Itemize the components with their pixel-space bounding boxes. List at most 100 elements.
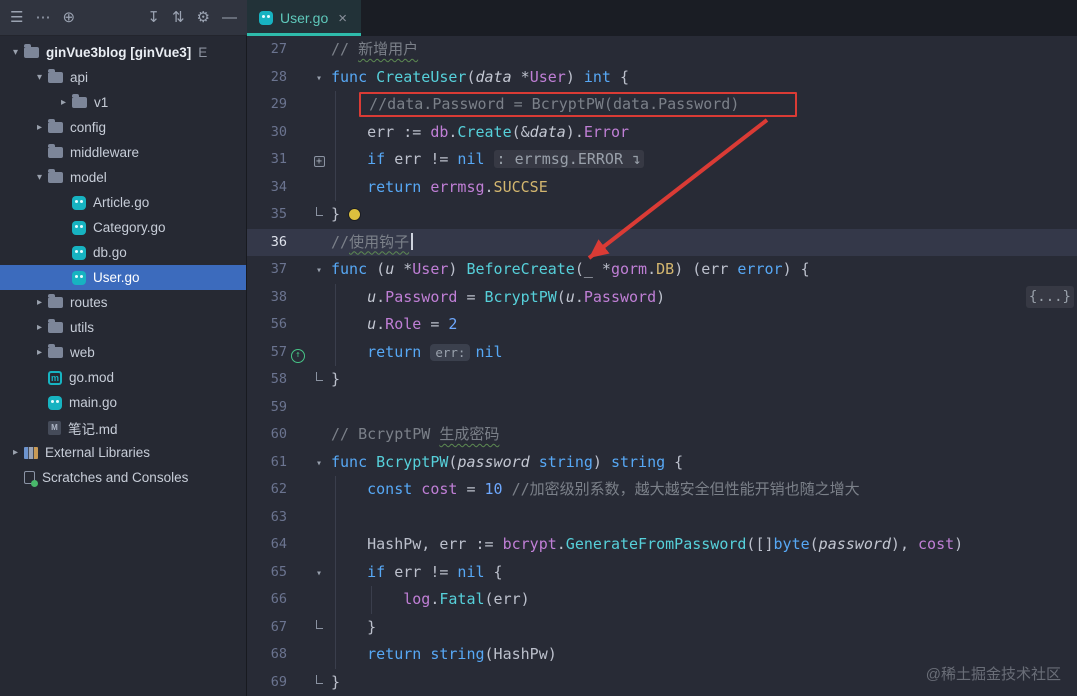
chevron-right-icon[interactable]: ▸	[31, 297, 48, 308]
code-line[interactable]: 67}	[247, 613, 1077, 641]
code-token: //data.Password = BcryptPW(data.Password…	[369, 95, 740, 113]
code-line[interactable]: 29 //data.Password = BcryptPW(data.Passwo…	[247, 91, 1077, 119]
chevron-right-icon[interactable]: ▸	[7, 447, 24, 458]
code-line[interactable]: 63	[247, 503, 1077, 531]
code-token: if	[367, 562, 386, 581]
code-line[interactable]: 28 ▾ func CreateUser(data *User) int {	[247, 64, 1077, 92]
code-text: // BcryptPW 生成密码	[331, 421, 499, 449]
code-token: 使用钩子	[349, 232, 410, 251]
go-file-icon	[72, 245, 86, 260]
tree-item-article.go[interactable]: Article.go	[0, 190, 246, 215]
code-token: BcryptPW	[376, 452, 449, 471]
code-text: err := db.Create(&data).Error	[331, 119, 629, 147]
vcs-update-icon[interactable]: ⇅	[172, 10, 185, 25]
code-line[interactable]: 36 //使用钩子	[247, 228, 1077, 256]
intention-bulb-icon[interactable]	[349, 209, 361, 220]
code-token: SUCCSE	[493, 177, 548, 196]
code-line[interactable]: 62 const cost = 10 //加密级别系数，越大越安全但性能开销也随之…	[247, 476, 1077, 504]
code-line[interactable]: 60 // BcryptPW 生成密码	[247, 421, 1077, 449]
code-line[interactable]: 57 ↑ return err: nil	[247, 338, 1077, 366]
gutter: 27	[247, 36, 331, 64]
code-text: }	[331, 201, 361, 229]
code-line[interactable]: 31 + if err != nil : errmsg.ERROR ↴	[247, 146, 1077, 174]
tree-item-icon	[48, 119, 63, 133]
gutter: 34	[247, 174, 331, 202]
code-line[interactable]: 58}	[247, 366, 1077, 394]
tree-item-main.go[interactable]: main.go	[0, 390, 246, 415]
project-tree-panel[interactable]: ▾ ginVue3blog [ginVue3] E ▾ api ▸ v1 ▸ config mid…	[0, 36, 247, 696]
code-line[interactable]: 66 log.Fatal(err)	[247, 586, 1077, 614]
fold-marker-icon[interactable]	[315, 619, 323, 629]
more-options-icon[interactable]: ⋯	[35, 10, 50, 25]
settings-icon[interactable]: ⚙	[197, 10, 210, 25]
fold-marker-icon[interactable]: ▾	[316, 73, 322, 84]
override-marker-icon[interactable]: ↑	[291, 348, 305, 363]
indent-guide	[371, 586, 373, 614]
fold-marker-icon[interactable]: ▾	[316, 568, 322, 579]
fold-marker-icon[interactable]: ▾	[316, 458, 322, 469]
chevron-right-icon[interactable]: ▸	[55, 97, 72, 108]
tree-item-config[interactable]: ▸ config	[0, 115, 246, 140]
globe-icon[interactable]: ⊕	[62, 10, 75, 25]
tree-item-scratches-and-consoles[interactable]: Scratches and Consoles	[0, 465, 246, 490]
tree-item-user.go[interactable]: User.go	[0, 265, 246, 290]
folder-icon	[48, 344, 63, 358]
code-line[interactable]: 38 u.Password = BcryptPW(u.Password) {...}	[247, 283, 1077, 312]
fold-column: ▾	[309, 558, 329, 588]
tree-item-routes[interactable]: ▸ routes	[0, 290, 246, 315]
code-line[interactable]: 27 // 新增用户	[247, 36, 1077, 64]
fold-marker-icon[interactable]: +	[313, 156, 325, 167]
fold-marker-icon[interactable]	[315, 207, 323, 216]
go-mod-icon	[48, 370, 62, 385]
chevron-down-icon[interactable]: ▾	[31, 72, 48, 83]
tree-item-v1[interactable]: ▸ v1	[0, 90, 246, 115]
code-token: cost	[918, 535, 955, 553]
code-token: User	[529, 67, 566, 86]
tree-item-external-libraries[interactable]: ▸ External Libraries	[0, 440, 246, 465]
code-line[interactable]: 35}	[247, 201, 1077, 229]
code-token: (	[466, 67, 476, 86]
code-token: //加密级别系数，越大越安全但性能开销也随之增大	[511, 480, 860, 498]
line-number: 59	[270, 398, 287, 415]
fold-marker-icon[interactable]: ▾	[316, 265, 322, 276]
chevron-right-icon[interactable]: ▸	[31, 322, 48, 333]
tab-user-go[interactable]: User.go ×	[247, 0, 362, 36]
code-editor[interactable]: 27// 新增用户 28 ▾ func CreateUser(data *User) …	[247, 36, 1077, 696]
hide-window-icon[interactable]: —	[222, 10, 237, 25]
code-line[interactable]: 56 u.Role = 2	[247, 311, 1077, 339]
download-icon[interactable]: ↧	[147, 10, 160, 25]
code-line[interactable]: 59	[247, 394, 1077, 422]
tree-item-笔记.md[interactable]: 笔记.md	[0, 415, 246, 440]
fold-marker-icon[interactable]	[315, 674, 323, 684]
chevron-right-icon[interactable]: ▸	[31, 347, 48, 358]
folded-region-placeholder[interactable]: {...}	[1025, 285, 1074, 308]
chevron-down-icon[interactable]: ▾	[31, 172, 48, 183]
code-token: err !=	[385, 562, 458, 581]
tree-item-category.go[interactable]: Category.go	[0, 215, 246, 240]
markdown-file-icon	[48, 420, 61, 435]
code-line[interactable]: 64 HashPw, err := bcrypt.GenerateFromPass…	[247, 531, 1077, 559]
line-number: 68	[270, 646, 287, 662]
gutter: 62	[247, 476, 331, 504]
tree-item-web[interactable]: ▸ web	[0, 340, 246, 365]
tree-item-go.mod[interactable]: go.mod	[0, 365, 246, 390]
tree-item-label: web	[70, 345, 95, 360]
tree-item-db.go[interactable]: db.go	[0, 240, 246, 265]
chevron-right-icon[interactable]: ▸	[31, 122, 48, 133]
main-menu-icon[interactable]: ☰	[10, 10, 23, 25]
chevron-down-icon[interactable]: ▾	[7, 47, 24, 58]
tree-item-ginvue3blog-ginvue3-[interactable]: ▾ ginVue3blog [ginVue3] E	[0, 40, 246, 65]
code-text: u.Password = BcryptPW(u.Password)	[331, 284, 665, 312]
fold-marker-icon[interactable]	[315, 372, 323, 381]
annotation-red-box: //data.Password = BcryptPW(data.Password…	[359, 92, 798, 117]
code-line[interactable]: 34 return errmsg.SUCCSE	[247, 173, 1077, 202]
tree-item-utils[interactable]: ▸ utils	[0, 315, 246, 340]
code-line[interactable]: 37 ▾ func (u *User) BeforeCreate(_ *gorm.D…	[247, 256, 1077, 284]
tab-close-icon[interactable]: ×	[338, 10, 347, 27]
code-line[interactable]: 30 err := db.Create(&data).Error	[247, 118, 1077, 147]
code-line[interactable]: 61 ▾ func BcryptPW(password string) string…	[247, 449, 1077, 477]
tree-item-middleware[interactable]: middleware	[0, 140, 246, 165]
tree-item-api[interactable]: ▾ api	[0, 65, 246, 90]
tree-item-model[interactable]: ▾ model	[0, 165, 246, 190]
code-line[interactable]: 65 ▾ if err != nil {	[247, 558, 1077, 588]
